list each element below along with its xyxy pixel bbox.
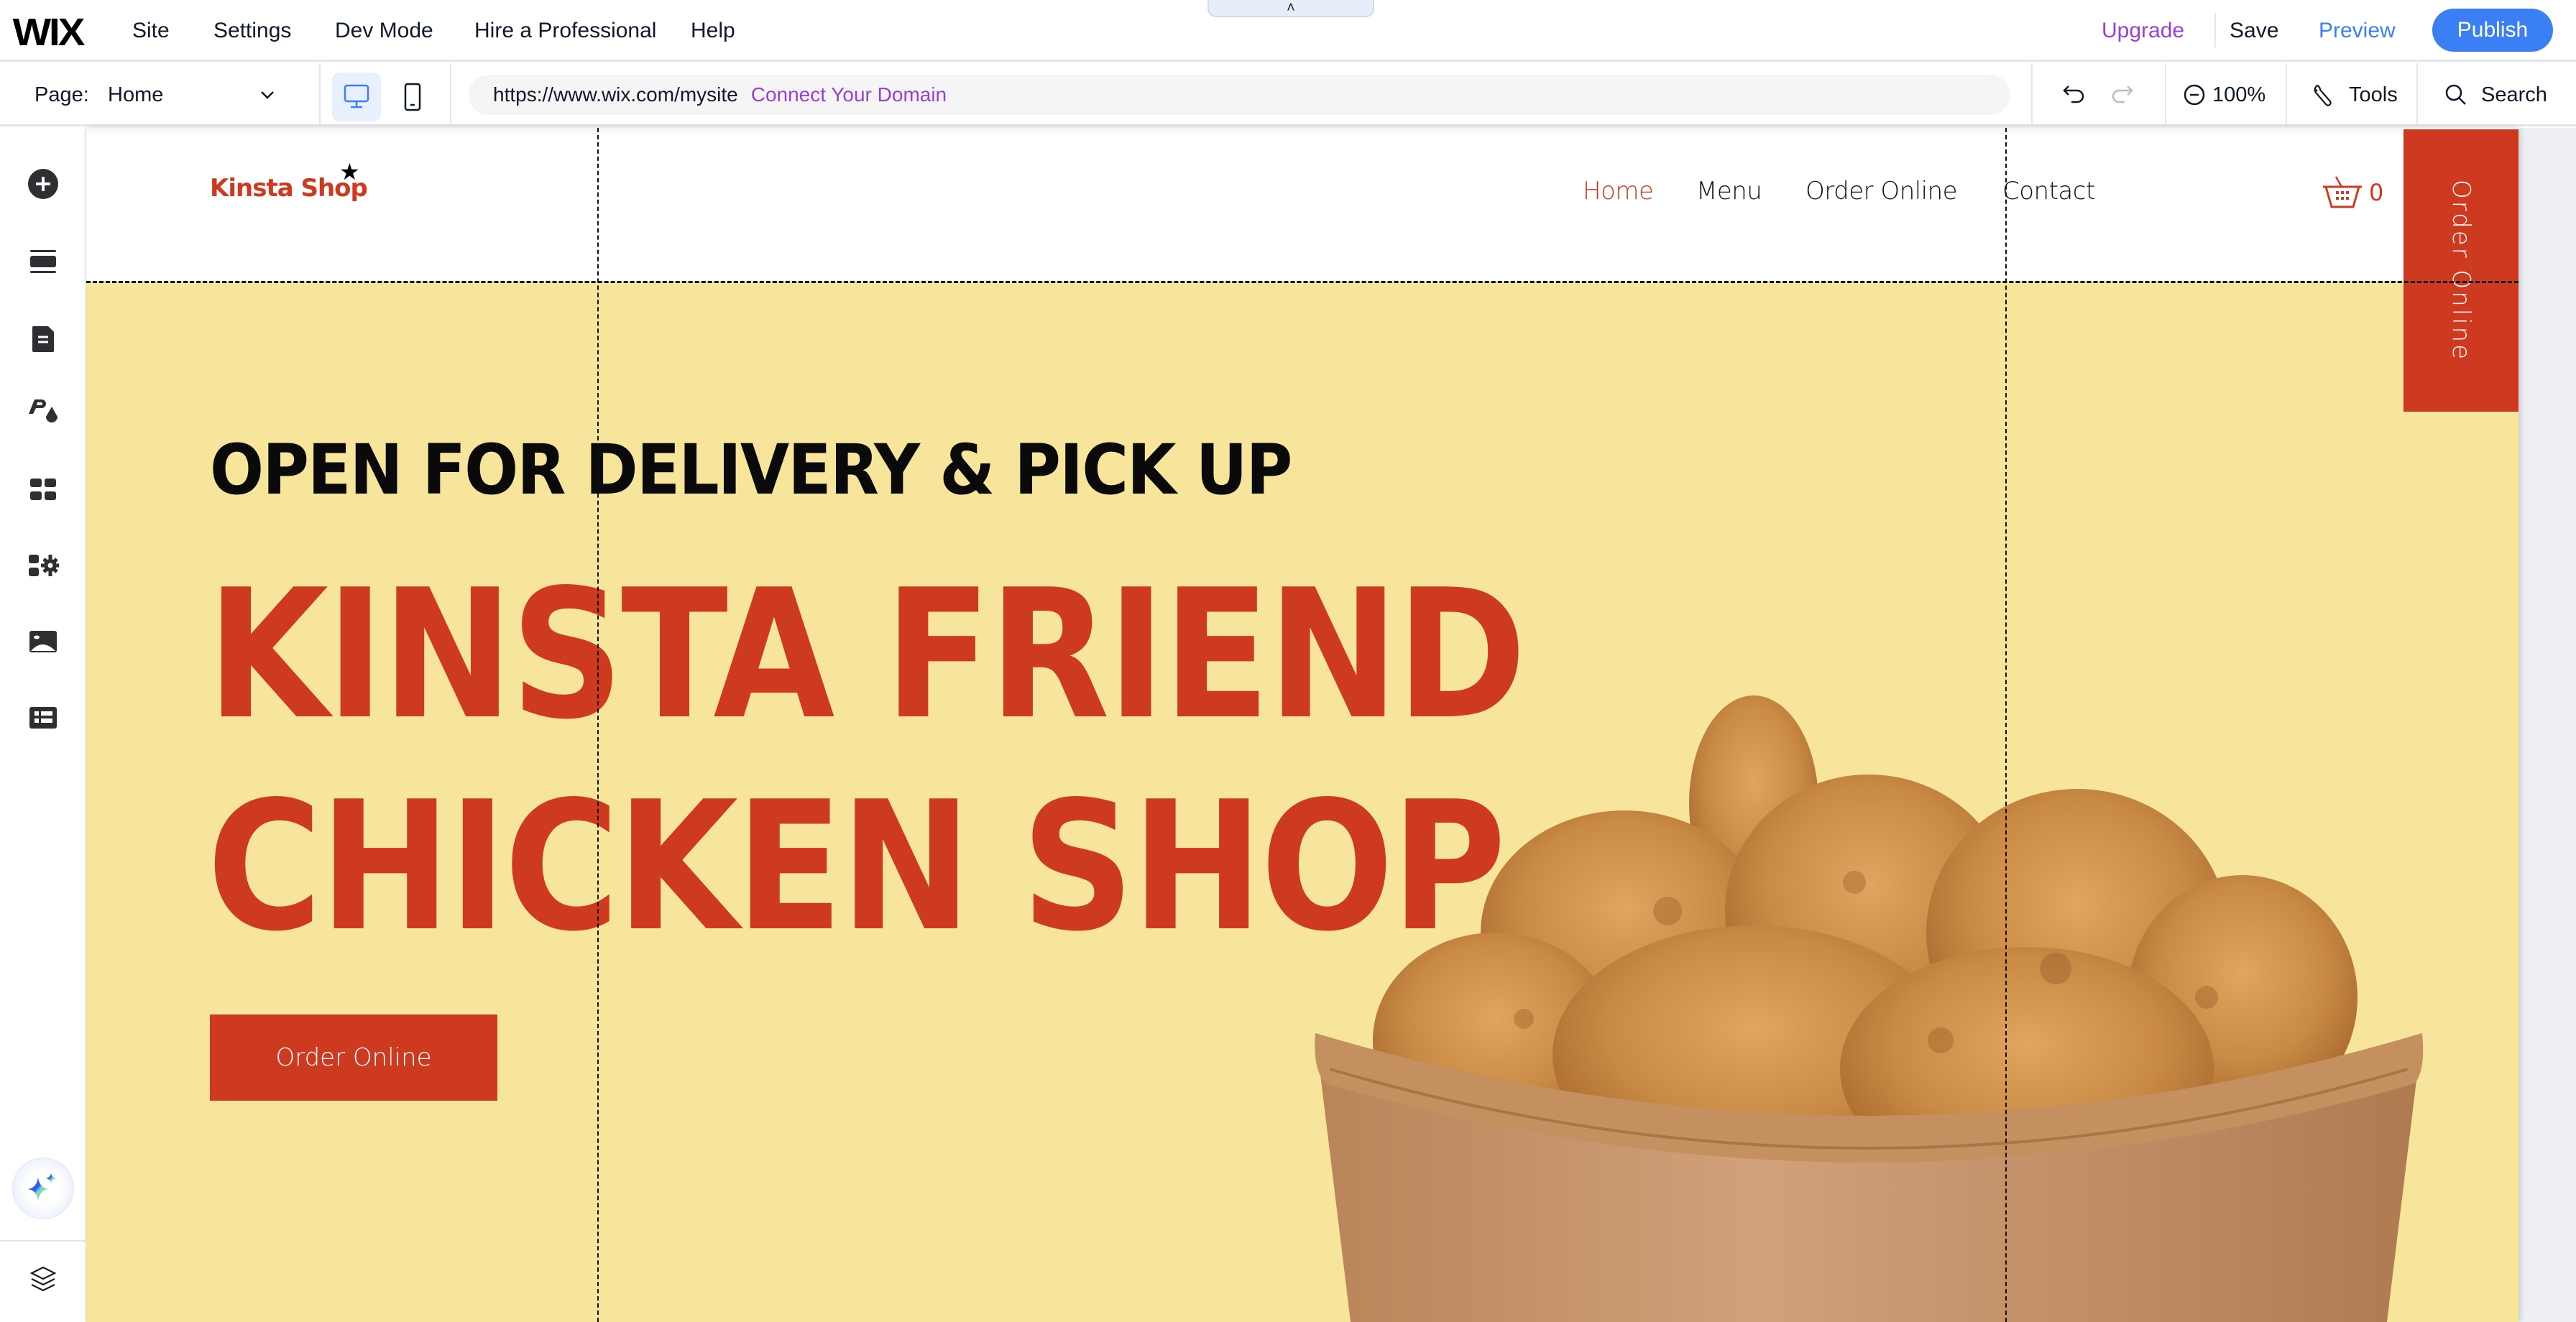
- publish-button[interactable]: Publish: [2432, 9, 2553, 52]
- zoom-out-icon[interactable]: [2182, 83, 2207, 107]
- cart-count: 0: [2369, 179, 2384, 206]
- cart-button[interactable]: 0: [2320, 174, 2383, 211]
- menu-help[interactable]: Help: [691, 0, 735, 62]
- page-label: Page:: [34, 83, 89, 106]
- menu-dev-mode-label[interactable]: Dev Mode: [335, 19, 433, 43]
- grid-guide-right: [2005, 128, 2007, 1322]
- page-icon: [32, 326, 54, 352]
- search-button[interactable]: Search: [2444, 63, 2547, 126]
- editor-toolbar: Page: Home https://www.wix.com/mysite Co…: [0, 63, 2576, 126]
- site-design-button[interactable]: [27, 395, 59, 427]
- page-selector[interactable]: Home: [108, 63, 163, 126]
- grid-guide-left: [597, 128, 599, 1322]
- nav-contact[interactable]: Contact: [2002, 177, 2095, 205]
- site-preview[interactable]: Kinsta Shop ★ Home Menu Order Online Con…: [86, 128, 2518, 1322]
- sparkle-icon: [28, 1173, 56, 1201]
- menu-hire-professional-label[interactable]: Hire a Professional: [474, 19, 656, 43]
- header-boundary-guide: [86, 281, 2518, 283]
- pages-button[interactable]: [27, 323, 59, 355]
- apps-gear-icon: [29, 555, 59, 576]
- shopping-basket-icon: [2323, 176, 2362, 208]
- menu-settings-label[interactable]: Settings: [213, 19, 291, 43]
- upgrade-link[interactable]: Upgrade: [2102, 0, 2184, 62]
- ai-assistant-button[interactable]: [13, 1158, 73, 1219]
- hero-order-online-button[interactable]: Order Online: [210, 1014, 497, 1101]
- plus-circle-icon: [28, 169, 58, 199]
- side-order-online-label: Order Online: [2447, 179, 2475, 362]
- divider: [319, 63, 321, 126]
- menu-help-label[interactable]: Help: [691, 19, 735, 43]
- search-icon: [2445, 84, 2466, 105]
- divider: [450, 63, 451, 126]
- add-elements-button[interactable]: [27, 168, 59, 200]
- menu-dev-mode[interactable]: Dev Mode: [335, 0, 433, 62]
- divider: [2416, 63, 2418, 126]
- theme-icon: [29, 399, 58, 422]
- desktop-view-button[interactable]: [332, 73, 381, 121]
- tools-label: Tools: [2349, 83, 2398, 106]
- apps-grid-icon: [30, 479, 56, 500]
- mobile-view-button[interactable]: [394, 73, 431, 121]
- sections-button[interactable]: [27, 246, 59, 277]
- side-order-online-button[interactable]: Order Online: [2404, 129, 2518, 412]
- nav-home[interactable]: Home: [1583, 177, 1654, 205]
- left-sidebar: [0, 128, 86, 1322]
- wrench-icon: [2314, 84, 2332, 106]
- image-icon: [29, 631, 57, 652]
- tools-button[interactable]: Tools: [2312, 63, 2398, 126]
- desktop-icon: [344, 84, 369, 108]
- table-icon: [29, 707, 57, 729]
- menu-hire-professional[interactable]: Hire a Professional: [474, 0, 656, 62]
- cms-button[interactable]: [27, 703, 59, 734]
- editor-top-bar: WIX Site Settings Dev Mode Hire a Profes…: [0, 0, 2576, 62]
- wix-logo[interactable]: WIX: [13, 10, 86, 55]
- menu-site-label[interactable]: Site: [132, 19, 170, 43]
- site-header[interactable]: Kinsta Shop ★ Home Menu Order Online Con…: [86, 128, 2518, 282]
- chevron-down-icon[interactable]: [257, 85, 277, 105]
- divider: [2165, 63, 2166, 126]
- fried-chicken-image: [1315, 695, 2424, 1322]
- preview-button[interactable]: Preview: [2319, 0, 2396, 62]
- mobile-icon: [404, 83, 421, 111]
- hero-subtitle: OPEN FOR DELIVERY & PICK UP: [210, 430, 1292, 510]
- search-label: Search: [2481, 83, 2547, 106]
- menu-site[interactable]: Site: [132, 0, 170, 62]
- nav-menu[interactable]: Menu: [1696, 177, 1762, 205]
- site-url: https://www.wix.com/mysite: [493, 83, 738, 106]
- menu-settings[interactable]: Settings: [213, 0, 291, 62]
- star-icon: ★: [339, 159, 360, 185]
- save-button[interactable]: Save: [2230, 0, 2278, 62]
- business-apps-button[interactable]: [27, 550, 59, 582]
- media-button[interactable]: [27, 627, 59, 658]
- collapse-toolbar-tab[interactable]: ˄: [1208, 0, 1374, 17]
- redo-icon[interactable]: [2107, 80, 2136, 109]
- divider: [0, 1240, 86, 1242]
- nav-order-online[interactable]: Order Online: [1806, 177, 1958, 205]
- undo-icon[interactable]: [2060, 80, 2089, 109]
- divider: [2286, 63, 2287, 126]
- zoom-level: 100%: [2212, 83, 2266, 106]
- site-url-bar[interactable]: https://www.wix.com/mysite Connect Your …: [469, 75, 2010, 115]
- divider: [2031, 63, 2033, 126]
- layers-icon[interactable]: [27, 1263, 59, 1295]
- sections-icon: [30, 250, 56, 273]
- zoom-control[interactable]: 100%: [2182, 63, 2266, 126]
- connect-domain-link[interactable]: Connect Your Domain: [751, 83, 947, 106]
- apps-button[interactable]: [27, 474, 59, 506]
- chevron-up-icon: ˄: [1287, 0, 1295, 16]
- divider: [2214, 13, 2216, 47]
